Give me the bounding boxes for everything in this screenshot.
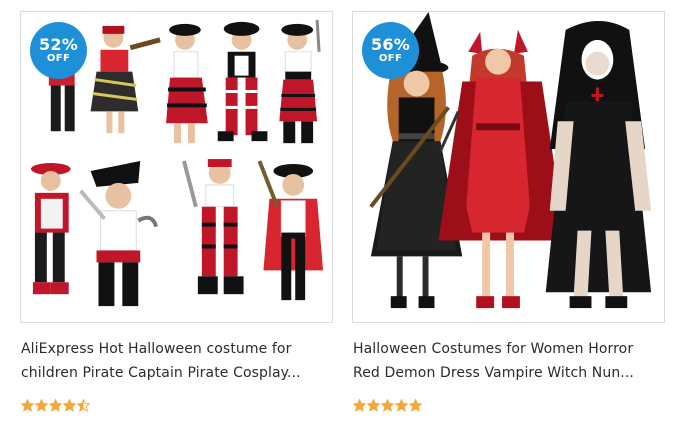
star-full-icon bbox=[353, 399, 366, 412]
star-full-icon bbox=[381, 399, 394, 412]
product-card[interactable]: 56% OFF Halloween Costumes for Women Hor… bbox=[352, 0, 665, 435]
star-full-icon bbox=[409, 399, 422, 412]
product-title-line: children Pirate Captain Pirate Cosplay..… bbox=[21, 364, 301, 381]
rating-stars bbox=[21, 399, 90, 412]
product-title-link[interactable]: AliExpress Hot Halloween costume for chi… bbox=[21, 338, 321, 385]
discount-off-label: OFF bbox=[46, 53, 71, 64]
star-full-icon bbox=[35, 399, 48, 412]
product-title-line: Red Demon Dress Vampire Witch Nun... bbox=[353, 364, 634, 381]
star-half-icon bbox=[77, 399, 90, 412]
discount-percent: 56% bbox=[371, 35, 410, 54]
star-full-icon bbox=[49, 399, 62, 412]
rating-stars bbox=[353, 399, 422, 412]
star-full-icon bbox=[395, 399, 408, 412]
product-title-link[interactable]: Halloween Costumes for Women Horror Red … bbox=[353, 338, 653, 385]
discount-badge: 56% OFF bbox=[362, 22, 419, 79]
product-title-line: AliExpress Hot Halloween costume for bbox=[21, 341, 292, 357]
star-full-icon bbox=[21, 399, 34, 412]
discount-percent: 52% bbox=[39, 35, 78, 54]
discount-badge: 52% OFF bbox=[30, 22, 87, 79]
star-full-icon bbox=[367, 399, 380, 412]
product-title-line: Halloween Costumes for Women Horror bbox=[353, 341, 634, 357]
star-full-icon bbox=[63, 399, 76, 412]
product-card[interactable]: 52% OFF AliExpress Hot Halloween costume… bbox=[20, 0, 333, 435]
discount-off-label: OFF bbox=[378, 53, 403, 64]
